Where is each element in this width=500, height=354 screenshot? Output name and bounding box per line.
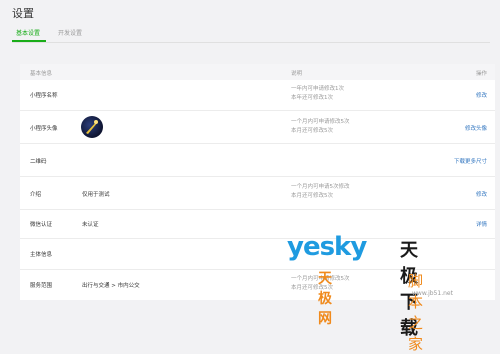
- row-description: 一个月内可申请5次修改 本月还可修改5次: [291, 183, 350, 201]
- desc-line-1: 一个月内可申请5次修改: [291, 184, 350, 190]
- header-description: 说明: [291, 71, 303, 77]
- row-intro: 介绍 仅用于测试 一个月内可申请5次修改 本月还可修改5次 修改: [20, 177, 495, 210]
- settings-panel: 基本信息 说明 操作 小程序名称 一年内可申请修改1次 本年还可修改1次 修改 …: [20, 64, 495, 300]
- row-label: 二维码: [30, 159, 47, 165]
- row-label: 小程序头像: [30, 126, 58, 132]
- row-wechat-verify: 微信认证 未认证 详情: [20, 210, 495, 239]
- row-label: 小程序名称: [30, 93, 58, 99]
- row-app-avatar: 小程序头像 一个月内可申请修改5次 本月还可修改5次 修改头像: [20, 111, 495, 144]
- row-description: 一个月内可申请修改5次 本月还可修改5次: [291, 118, 350, 136]
- row-label: 微信认证: [30, 222, 53, 228]
- modify-intro-link[interactable]: 修改: [476, 190, 487, 198]
- verify-status: 未认证: [82, 222, 99, 228]
- desc-line-2: 本月还可修改5次: [291, 193, 333, 199]
- header-basic-info: 基本信息: [30, 71, 53, 77]
- scope-value: 出行与交通 > 市内公交: [82, 283, 140, 289]
- modify-avatar-link[interactable]: 修改头像: [465, 124, 487, 132]
- watermark-site: www.jb51.net: [412, 290, 453, 297]
- row-label: 主体信息: [30, 252, 53, 258]
- row-label: 介绍: [30, 192, 42, 198]
- watermark-tjw: 天极网: [318, 271, 332, 327]
- tab-basic-settings[interactable]: 基本设置: [16, 28, 40, 37]
- desc-line-2: 本年还可修改1次: [291, 95, 333, 101]
- row-label: 服务范围: [30, 283, 53, 289]
- desc-line-1: 一个月内可申请修改5次: [291, 119, 350, 125]
- watermark-yesky: yesky: [287, 232, 367, 262]
- desc-line-1: 一年内可申请修改1次: [291, 86, 344, 92]
- verify-details-link[interactable]: 详情: [476, 220, 487, 228]
- row-subject-info: 主体信息: [20, 239, 495, 270]
- tab-dev-settings[interactable]: 开发设置: [58, 28, 82, 37]
- row-app-name: 小程序名称 一年内可申请修改1次 本年还可修改1次 修改: [20, 80, 495, 111]
- tab-divider: [12, 42, 490, 43]
- modify-name-link[interactable]: 修改: [476, 91, 487, 99]
- avatar-image-icon: [86, 120, 98, 134]
- page-title: 设置: [12, 7, 34, 20]
- app-avatar: [81, 116, 103, 138]
- row-qrcode: 二维码 下载更多尺寸: [20, 144, 495, 177]
- row-description: 一年内可申请修改1次 本年还可修改1次: [291, 85, 344, 103]
- desc-line-2: 本月还可修改5次: [291, 128, 333, 134]
- header-action: 操作: [475, 71, 487, 77]
- intro-value: 仅用于测试: [82, 192, 110, 198]
- table-header: 基本信息 说明 操作: [20, 64, 495, 80]
- watermark-jbzj: 脚本之家: [408, 272, 424, 353]
- download-sizes-link[interactable]: 下载更多尺寸: [454, 157, 487, 165]
